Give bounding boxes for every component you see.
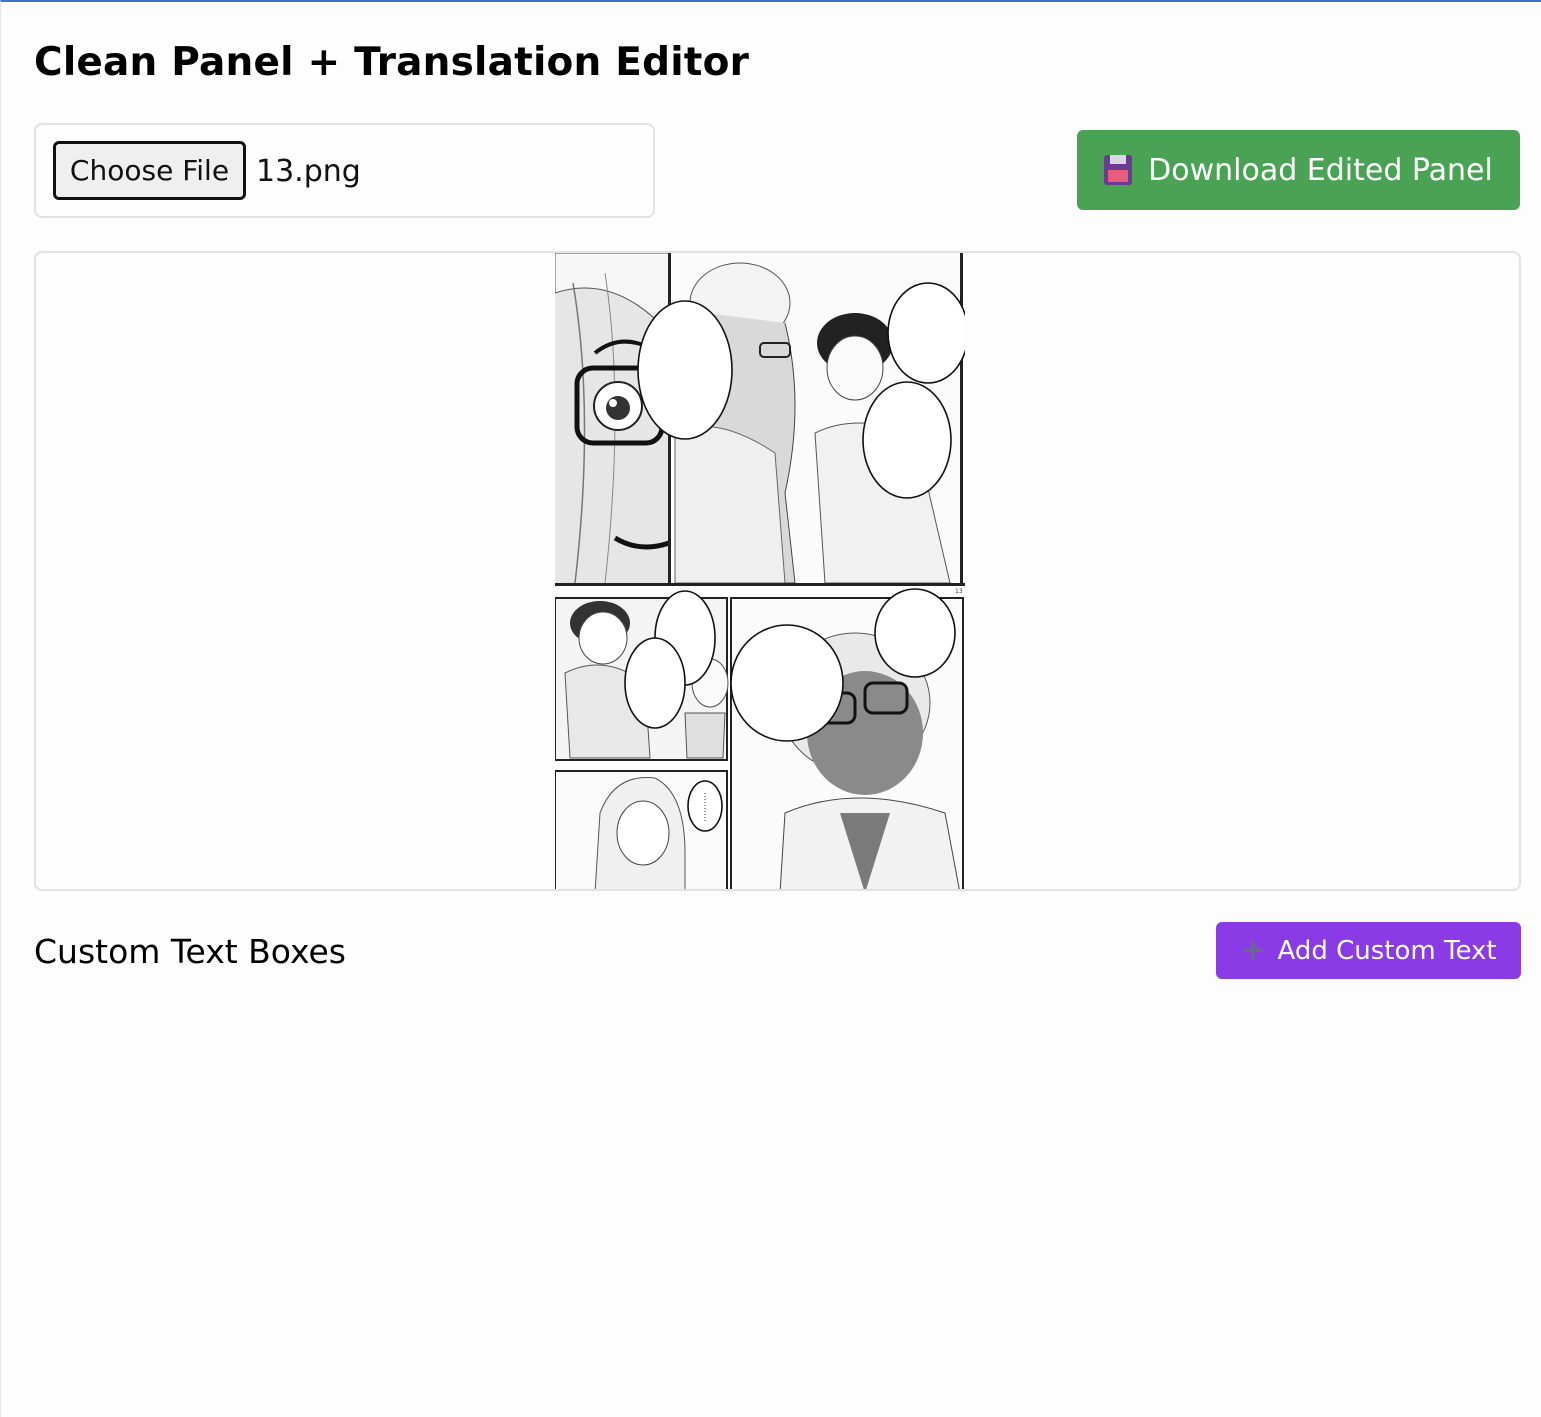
speech-bubble [624, 637, 686, 729]
add-custom-text-label: Add Custom Text [1277, 935, 1497, 966]
download-button-label: Download Edited Panel [1148, 152, 1493, 188]
speech-bubble [730, 624, 844, 742]
page-title: Clean Panel + Translation Editor [34, 40, 750, 85]
speech-bubble [874, 588, 956, 678]
floppy-disk-icon [1104, 155, 1133, 185]
file-input-box: Choose File 13.png [34, 123, 655, 218]
speech-bubble [637, 300, 733, 440]
speech-bubble [887, 282, 965, 384]
selected-file-name: 13.png [256, 154, 361, 189]
speech-bubble [862, 381, 952, 499]
add-custom-text-button[interactable]: + Add Custom Text [1216, 922, 1521, 979]
editor-page: Clean Panel + Translation Editor Choose … [0, 0, 1541, 1417]
panel-frame-bottom-left-lower [555, 770, 728, 889]
custom-text-boxes-heading: Custom Text Boxes [34, 932, 346, 971]
panel-canvas[interactable]: 13 [34, 251, 1521, 891]
choose-file-button[interactable]: Choose File [53, 141, 246, 200]
custom-text-list [34, 1002, 1521, 1382]
page-number: 13 [955, 588, 963, 595]
manga-panel-image: 13 [555, 253, 965, 889]
plus-icon: + [1240, 932, 1266, 968]
download-edited-panel-button[interactable]: Download Edited Panel [1077, 130, 1520, 210]
